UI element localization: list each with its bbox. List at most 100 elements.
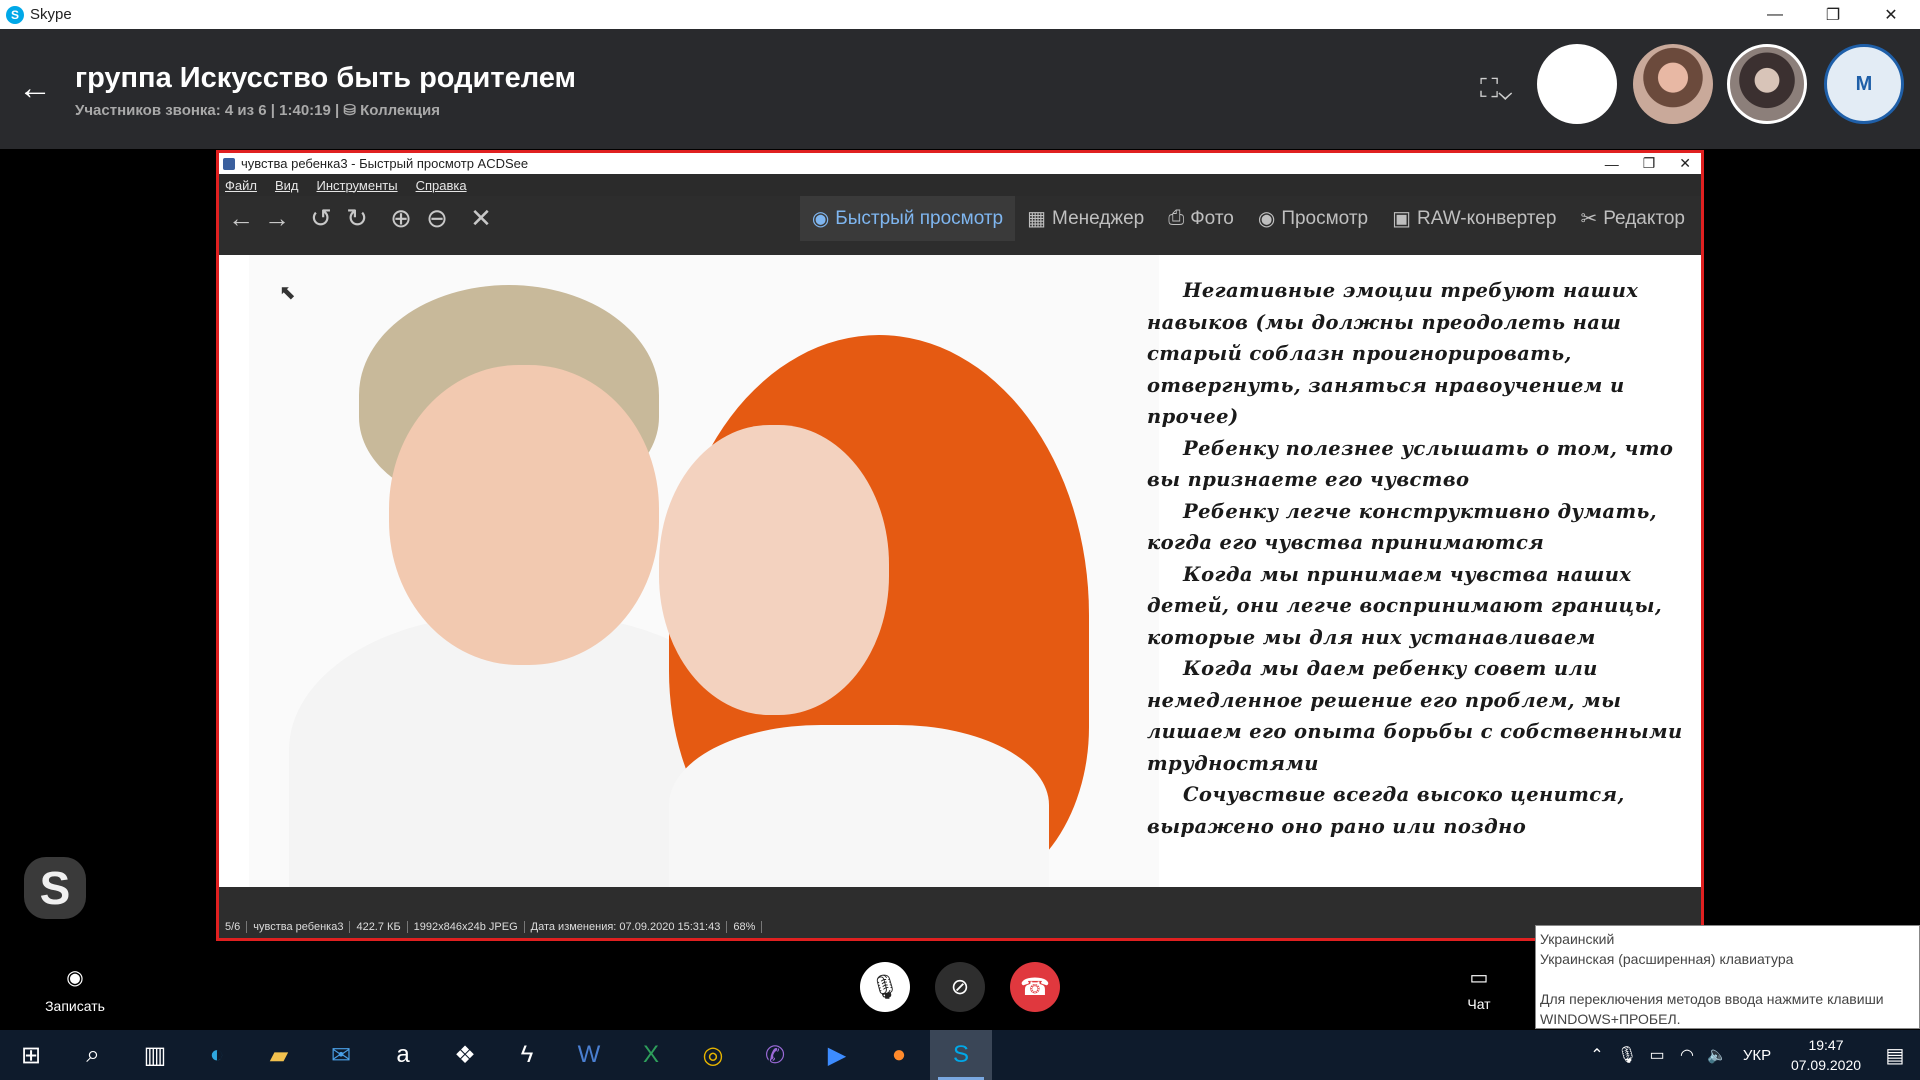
acdsee-minimize-icon[interactable]: —: [1605, 156, 1619, 172]
quote-paragraph: Ребенку легче конструктивно думать, когд…: [1147, 499, 1657, 555]
hang-up-button[interactable]: ☎: [1010, 962, 1060, 1012]
acdsee-close-icon[interactable]: ✕: [1679, 155, 1691, 172]
chevron-up-icon[interactable]: ⌃: [1582, 1045, 1612, 1065]
tab-label: RAW-конвертер: [1417, 207, 1557, 229]
firefox-icon[interactable]: ●: [868, 1030, 930, 1080]
microphone-button[interactable]: 🎙: [860, 962, 910, 1012]
record-button[interactable]: ◉ Записать: [40, 965, 110, 1014]
screen-layout-icon[interactable]: ⛶⌄: [1480, 73, 1512, 105]
taskbar: ⊞ ⌕ ▥ ◐ ▰ ✉ a ❖ ϟ W X ◎ ✆ ▶ ● S ⌃ 🎙 ▭ ◠ …: [0, 1030, 1920, 1080]
wifi-icon[interactable]: ◠: [1672, 1045, 1702, 1065]
chat-button[interactable]: ▭ Чат: [1460, 965, 1498, 1012]
dropbox-icon[interactable]: ❖: [434, 1030, 496, 1080]
viber-icon[interactable]: ✆: [744, 1030, 806, 1080]
call-subtitle: Участников звонка: 4 из 6 | 1:40:19 | ⛁ …: [75, 102, 440, 119]
tab-raw-converter[interactable]: ▣ RAW-конвертер: [1380, 196, 1568, 241]
eye-icon: ◉: [1257, 208, 1276, 230]
raw-icon: ▣: [1392, 208, 1412, 230]
ime-hint: Для переключения методов ввода нажмите к…: [1540, 991, 1884, 1007]
image-viewport: ⬉ Негативные эмоции требуют наших навыко…: [219, 255, 1701, 887]
call-header: ← группа Искусство быть родителем Участн…: [0, 29, 1920, 149]
record-label: Записать: [45, 998, 105, 1014]
status-index: 5/6: [219, 921, 248, 933]
acdsee-app-icon: [223, 157, 235, 170]
photo-mother-and-son: [249, 255, 1159, 887]
participant-avatar[interactable]: [1633, 44, 1713, 124]
microphone-tray-icon[interactable]: 🎙: [1612, 1045, 1642, 1065]
menu-item-file[interactable]: Файл: [225, 178, 257, 193]
excel-icon[interactable]: X: [620, 1030, 682, 1080]
status-filename: чувства ребенка3: [247, 921, 351, 933]
task-view-icon[interactable]: ▥: [124, 1030, 186, 1080]
clock[interactable]: 19:47 07.09.2020: [1782, 1035, 1870, 1075]
acdsee-toolbar: ← → ↺ ↻ ⊕ ⊖ ✕ ◉ Быстрый просмотр ▦ Менед…: [219, 196, 1701, 241]
zoom-icon[interactable]: ▶: [806, 1030, 868, 1080]
quote-paragraph: Когда мы принимаем чувства наших детей, …: [1147, 562, 1663, 649]
acdsee-status-bar: 5/6 чувства ребенка3 422.7 КБ 1992x846x2…: [219, 916, 1701, 938]
quote-text: Негативные эмоции требуют наших навыков …: [1147, 275, 1692, 842]
clock-date: 07.09.2020: [1790, 1057, 1862, 1073]
ime-language: Украинский: [1540, 931, 1615, 947]
rotate-right-icon[interactable]: ↻: [339, 201, 375, 237]
word-icon[interactable]: W: [558, 1030, 620, 1080]
zoom-out-icon[interactable]: ⊖: [419, 201, 455, 237]
minimize-button[interactable]: —: [1746, 0, 1804, 29]
file-explorer-icon[interactable]: ▰: [248, 1030, 310, 1080]
chat-label: Чат: [1467, 996, 1491, 1012]
battery-icon[interactable]: ▭: [1642, 1045, 1672, 1065]
app-title: Skype: [30, 6, 72, 23]
skype-floating-icon[interactable]: S: [24, 857, 86, 919]
input-method-tooltip: Украинский Украинская (расширенная) клав…: [1535, 925, 1920, 1029]
eye-icon: ◉: [811, 208, 830, 230]
search-icon[interactable]: ⌕: [62, 1030, 124, 1080]
skype-logo-icon: S: [6, 5, 24, 24]
system-tray: ⌃ 🎙 ▭ ◠ 🔈 УКР 19:47 07.09.2020 ▤: [1582, 1030, 1920, 1080]
tab-label: Просмотр: [1281, 207, 1369, 229]
camera-off-button[interactable]: ⊘: [935, 962, 985, 1012]
status-zoom: 68%: [727, 921, 763, 933]
back-arrow-icon[interactable]: ←: [223, 201, 259, 237]
quote-paragraph: Ребенку полезнее услышать о том, что вы …: [1147, 436, 1674, 492]
tab-manager[interactable]: ▦ Менеджер: [1015, 196, 1156, 241]
menu-item-help[interactable]: Справка: [416, 178, 467, 193]
tab-label: Быстрый просмотр: [835, 207, 1004, 229]
forward-arrow-icon[interactable]: →: [259, 201, 295, 237]
close-button[interactable]: ✕: [1862, 0, 1920, 29]
edge-icon[interactable]: ◐: [186, 1030, 248, 1080]
participant-avatar[interactable]: M: [1824, 44, 1904, 124]
amazon-icon[interactable]: a: [372, 1030, 434, 1080]
tab-view[interactable]: ◉ Просмотр: [1246, 196, 1380, 241]
volume-icon[interactable]: 🔈: [1702, 1045, 1732, 1065]
ime-keyboard: Украинская (расширенная) клавиатура: [1540, 951, 1794, 967]
tab-label: Редактор: [1603, 207, 1685, 229]
zoom-in-icon[interactable]: ⊕: [383, 201, 419, 237]
participant-avatar[interactable]: [1537, 44, 1617, 124]
tab-quick-view[interactable]: ◉ Быстрый просмотр: [799, 196, 1016, 241]
notification-icon[interactable]: ▤: [1870, 1043, 1920, 1068]
menu-item-tools[interactable]: Инструменты: [317, 178, 398, 193]
acdsee-maximize-icon[interactable]: ❐: [1643, 155, 1656, 172]
rotate-left-icon[interactable]: ↺: [303, 201, 339, 237]
shared-screen: чувства ребенка3 - Быстрый просмотр ACDS…: [216, 150, 1704, 941]
participant-avatar[interactable]: [1727, 44, 1807, 124]
skype-taskbar-icon[interactable]: S: [930, 1030, 992, 1080]
photo-icon: ⎙: [1168, 207, 1185, 229]
language-indicator[interactable]: УКР: [1732, 1047, 1782, 1064]
acdsee-title: чувства ребенка3 - Быстрый просмотр ACDS…: [241, 156, 529, 171]
mail-icon[interactable]: ✉: [310, 1030, 372, 1080]
winamp-icon[interactable]: ϟ: [496, 1030, 558, 1080]
back-arrow-icon[interactable]: ←: [18, 69, 52, 108]
hang-up-icon: ☎: [1020, 973, 1050, 1001]
chat-icon: ▭: [1469, 967, 1489, 989]
menu-item-view[interactable]: Вид: [275, 178, 299, 193]
start-icon[interactable]: ⊞: [0, 1030, 62, 1080]
chrome-icon[interactable]: ◎: [682, 1030, 744, 1080]
tab-photo[interactable]: ⎙ Фото: [1156, 196, 1246, 241]
maximize-button[interactable]: ❐: [1804, 0, 1862, 29]
camera-off-icon: ⊘: [950, 974, 970, 999]
close-icon[interactable]: ✕: [463, 201, 499, 237]
status-dimensions: 1992x846x24b JPEG: [408, 921, 525, 933]
tab-editor[interactable]: ✂ Редактор: [1568, 196, 1697, 241]
quote-paragraph: Когда мы даем ребенку совет или немедлен…: [1147, 657, 1683, 775]
mouse-cursor-icon: ⬉: [279, 282, 296, 304]
